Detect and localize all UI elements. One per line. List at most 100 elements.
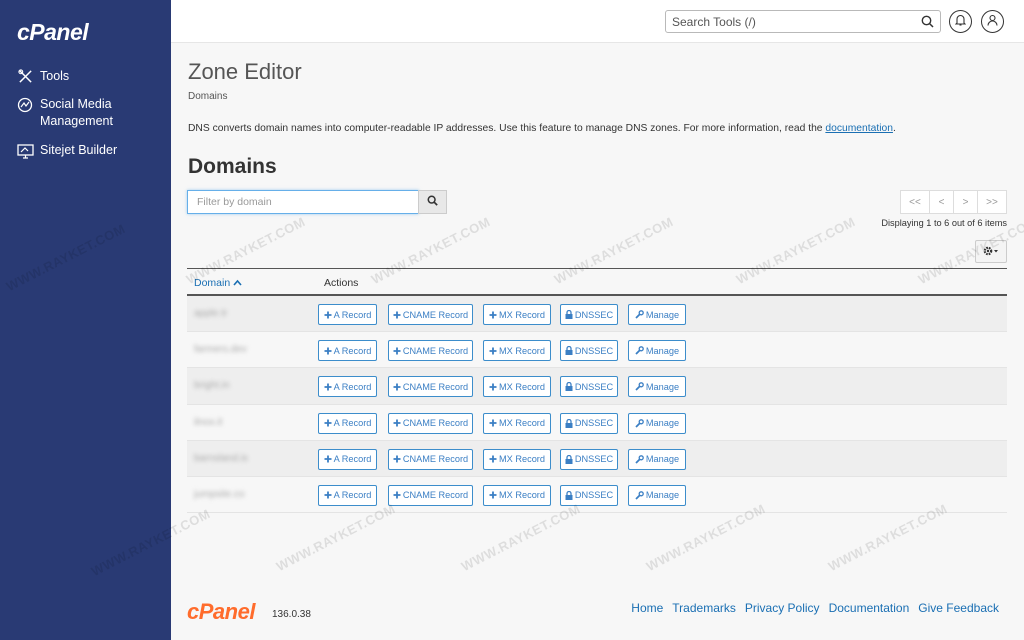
a-record-button[interactable]: A Record — [318, 412, 377, 434]
cname-record-button[interactable]: CNAME Record — [388, 484, 473, 506]
wrench-icon — [635, 454, 644, 464]
dnssec-button[interactable]: DNSSEC — [560, 412, 618, 434]
filter-box[interactable] — [187, 190, 419, 214]
page-first-button[interactable]: << — [900, 190, 930, 214]
plus-icon — [324, 383, 332, 391]
button-label: CNAME Record — [402, 381, 469, 392]
manage-button[interactable]: Manage — [628, 340, 686, 362]
sitejet-icon — [15, 142, 35, 159]
dnssec-button[interactable]: DNSSEC — [560, 448, 618, 470]
button-label: DNSSEC — [574, 309, 614, 320]
wrench-icon — [635, 418, 644, 428]
footer-cpanel-logo[interactable]: cPanel — [187, 599, 255, 625]
mx-record-button[interactable]: MX Record — [483, 412, 551, 434]
button-label: Manage — [645, 309, 680, 320]
manage-button[interactable]: Manage — [628, 304, 686, 325]
footer-links: Home Trademarks Privacy Policy Documenta… — [622, 601, 999, 615]
lock-icon — [565, 454, 573, 464]
wrench-icon — [635, 382, 644, 392]
documentation-link[interactable]: documentation — [825, 123, 893, 134]
mx-record-button[interactable]: MX Record — [483, 340, 551, 362]
a-record-button[interactable]: A Record — [318, 304, 377, 325]
button-label: DNSSEC — [574, 454, 614, 465]
button-label: A Record — [333, 490, 372, 501]
footer-link-give-feedback[interactable]: Give Feedback — [918, 601, 999, 615]
sidebar-item-tools[interactable]: Tools — [15, 68, 150, 85]
table-body: apple.tr A Record CNAME Record MX Record DNS… — [187, 296, 1007, 514]
cname-record-button[interactable]: CNAME Record — [388, 412, 473, 434]
dnssec-button[interactable]: DNSSEC — [560, 304, 618, 325]
mx-record-button[interactable]: MX Record — [483, 376, 551, 398]
manage-button[interactable]: Manage — [628, 484, 686, 506]
mx-record-button[interactable]: MX Record — [483, 448, 551, 470]
footer-link-privacy-policy[interactable]: Privacy Policy — [745, 601, 820, 615]
table-row: bright.in A Record CNAME Record MX Record DN… — [187, 368, 1007, 405]
dnssec-button[interactable]: DNSSEC — [560, 376, 618, 398]
plus-icon — [324, 311, 332, 319]
a-record-button[interactable]: A Record — [318, 484, 377, 506]
plus-icon — [393, 491, 401, 499]
sidebar: cPanel Tools Social Media Management Sit… — [0, 0, 171, 640]
page-prev-button[interactable]: < — [929, 190, 954, 214]
button-label: MX Record — [499, 454, 545, 465]
search-icon[interactable] — [921, 15, 935, 29]
social-media-icon — [15, 96, 35, 113]
cname-record-button[interactable]: CNAME Record — [388, 340, 473, 362]
plus-icon — [393, 419, 401, 427]
domain-column-header[interactable]: Domain — [194, 277, 242, 289]
button-label: CNAME Record — [402, 309, 469, 320]
button-label: CNAME Record — [402, 490, 469, 501]
pagination: << < > >> — [900, 190, 1007, 214]
sidebar-item-social-media[interactable]: Social Media Management — [15, 96, 150, 130]
cname-record-button[interactable]: CNAME Record — [388, 448, 473, 470]
button-label: A Record — [333, 381, 372, 392]
plus-icon — [489, 383, 497, 391]
table-row: ilnox.it A Record CNAME Record MX Record DNS… — [187, 404, 1007, 441]
button-label: Manage — [645, 345, 680, 356]
manage-button[interactable]: Manage — [628, 376, 686, 398]
plus-icon — [324, 491, 332, 499]
table-header: Domain Actions — [187, 268, 1007, 296]
filter-domain-input[interactable] — [188, 191, 418, 213]
section-title: Domains — [188, 155, 277, 178]
wrench-icon — [635, 346, 644, 355]
search-box[interactable] — [665, 10, 941, 33]
breadcrumb: Domains — [188, 91, 228, 102]
button-label: A Record — [333, 418, 372, 429]
cpanel-logo[interactable]: cPanel — [17, 19, 89, 46]
domain-header-label: Domain — [194, 277, 231, 289]
page-next-button[interactable]: > — [953, 190, 978, 214]
button-label: A Record — [333, 345, 372, 356]
domain-name: farmers.dev — [194, 344, 247, 356]
dnssec-button[interactable]: DNSSEC — [560, 484, 618, 506]
manage-button[interactable]: Manage — [628, 448, 686, 470]
notifications-button[interactable] — [949, 10, 972, 33]
footer-link-documentation[interactable]: Documentation — [829, 601, 910, 615]
domain-name: apple.tr — [194, 308, 228, 319]
description-text: DNS converts domain names into computer-… — [188, 123, 826, 134]
lock-icon — [565, 418, 573, 428]
footer-link-home[interactable]: Home — [631, 601, 663, 615]
a-record-button[interactable]: A Record — [318, 448, 377, 470]
mx-record-button[interactable]: MX Record — [483, 484, 551, 506]
button-label: Manage — [645, 418, 680, 429]
sidebar-item-sitejet[interactable]: Sitejet Builder — [15, 142, 150, 159]
user-menu-button[interactable] — [981, 10, 1004, 33]
manage-button[interactable]: Manage — [628, 412, 686, 434]
a-record-button[interactable]: A Record — [318, 376, 377, 398]
page-last-button[interactable]: >> — [977, 190, 1007, 214]
search-tools-input[interactable] — [672, 14, 917, 30]
footer-link-trademarks[interactable]: Trademarks — [672, 601, 736, 615]
domains-table: Domain Actions apple.tr A Record CNAME Rec… — [187, 268, 1007, 514]
filter-search-button[interactable] — [418, 190, 447, 214]
domain-name: bright.in — [194, 380, 230, 392]
button-label: DNSSEC — [574, 381, 614, 392]
mx-record-button[interactable]: MX Record — [483, 304, 551, 325]
description-end: . — [892, 123, 896, 134]
settings-dropdown-button[interactable] — [975, 240, 1007, 263]
plus-icon — [324, 455, 332, 463]
cname-record-button[interactable]: CNAME Record — [388, 376, 473, 398]
a-record-button[interactable]: A Record — [318, 340, 377, 362]
cname-record-button[interactable]: CNAME Record — [388, 304, 473, 325]
dnssec-button[interactable]: DNSSEC — [560, 340, 618, 362]
